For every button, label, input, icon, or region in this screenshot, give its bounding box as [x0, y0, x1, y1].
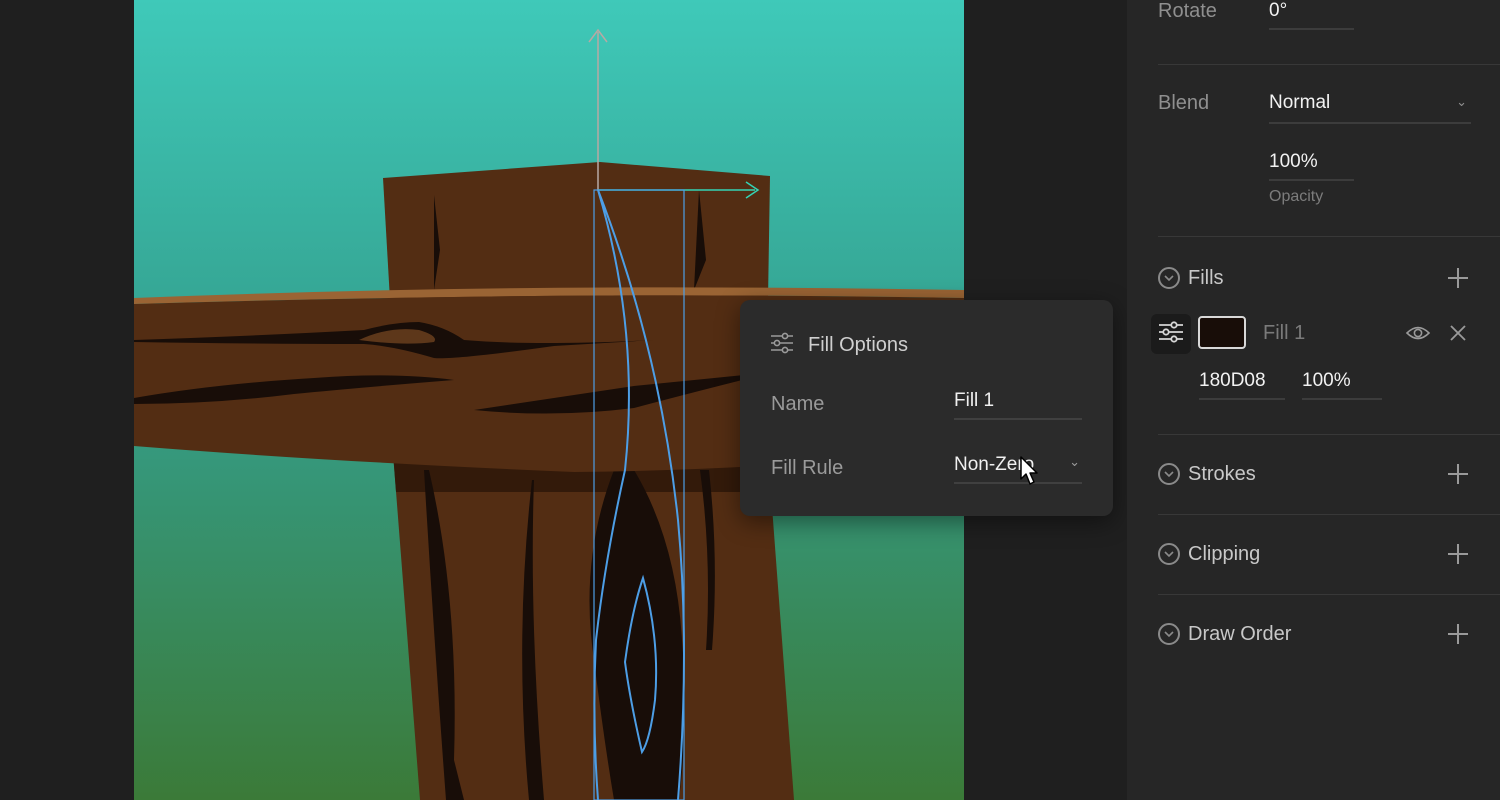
sliders-icon: [770, 331, 794, 360]
opacity-underline: [1269, 179, 1354, 181]
clipping-title: Clipping: [1188, 542, 1261, 565]
pointer-cursor-icon: [1020, 456, 1038, 485]
post-top: [383, 162, 770, 300]
rotate-label: Rotate: [1158, 0, 1217, 22]
fill-opacity-underline: [1302, 398, 1382, 400]
fill-settings-button[interactable]: [1151, 314, 1191, 354]
fills-section-header[interactable]: Fills: [1158, 263, 1224, 293]
strokes-section-header[interactable]: Strokes: [1158, 459, 1256, 489]
divider: [1158, 514, 1500, 515]
eye-icon[interactable]: [1405, 322, 1431, 349]
fill-color-swatch[interactable]: [1198, 316, 1246, 349]
opacity-label: Opacity: [1269, 188, 1324, 205]
chevron-down-icon: ⌄: [1069, 454, 1080, 469]
divider: [1158, 434, 1500, 435]
fill-hex-input[interactable]: 180D08: [1199, 370, 1266, 392]
add-clipping-plus-icon[interactable]: [1446, 542, 1470, 566]
fill-options-popup: Fill Options Name Fill 1 Fill Rule Non-Z…: [740, 300, 1113, 516]
blend-label: Blend: [1158, 92, 1210, 114]
chevron-down-circle-icon: [1158, 463, 1180, 485]
divider: [1158, 594, 1500, 595]
canvas-stage[interactable]: Fill Options Name Fill 1 Fill Rule Non-Z…: [0, 0, 1127, 800]
divider: [1158, 64, 1500, 65]
hex-underline: [1199, 398, 1285, 400]
add-draw-order-plus-icon[interactable]: [1446, 622, 1470, 646]
rotate-underline: [1269, 28, 1354, 30]
fill-opacity-input[interactable]: 100%: [1302, 370, 1351, 392]
sliders-icon: [1158, 320, 1184, 349]
fills-title: Fills: [1188, 266, 1224, 289]
draw-order-section-header[interactable]: Draw Order: [1158, 619, 1291, 649]
fill-name-input[interactable]: Fill 1: [954, 384, 1082, 420]
draw-order-title: Draw Order: [1188, 622, 1292, 645]
popup-title: Fill Options: [808, 333, 909, 356]
close-icon[interactable]: [1449, 324, 1467, 347]
blend-select[interactable]: Normal ⌄: [1269, 88, 1471, 124]
chevron-down-circle-icon: [1158, 543, 1180, 565]
strokes-title: Strokes: [1188, 462, 1256, 485]
divider: [1158, 236, 1500, 237]
opacity-input[interactable]: 100%: [1269, 151, 1318, 173]
fill-name[interactable]: Fill 1: [1263, 322, 1305, 345]
chevron-down-circle-icon: [1158, 267, 1180, 289]
chevron-down-circle-icon: [1158, 623, 1180, 645]
chevron-down-icon: ⌄: [1456, 94, 1467, 109]
add-fill-plus-icon[interactable]: [1446, 266, 1470, 290]
properties-panel: Rotate 0° Blend Normal ⌄ 100% Opacity Fi…: [1127, 0, 1500, 800]
rotate-input[interactable]: 0°: [1269, 0, 1287, 22]
fill-rule-label: Fill Rule: [771, 457, 844, 479]
fill-name-value: Fill 1: [954, 390, 995, 411]
clipping-section-header[interactable]: Clipping: [1158, 539, 1260, 569]
name-label: Name: [771, 393, 825, 415]
fill-rule-select[interactable]: Non-Zero ⌄: [954, 448, 1082, 484]
blend-value: Normal: [1269, 92, 1331, 113]
add-stroke-plus-icon[interactable]: [1446, 462, 1470, 486]
